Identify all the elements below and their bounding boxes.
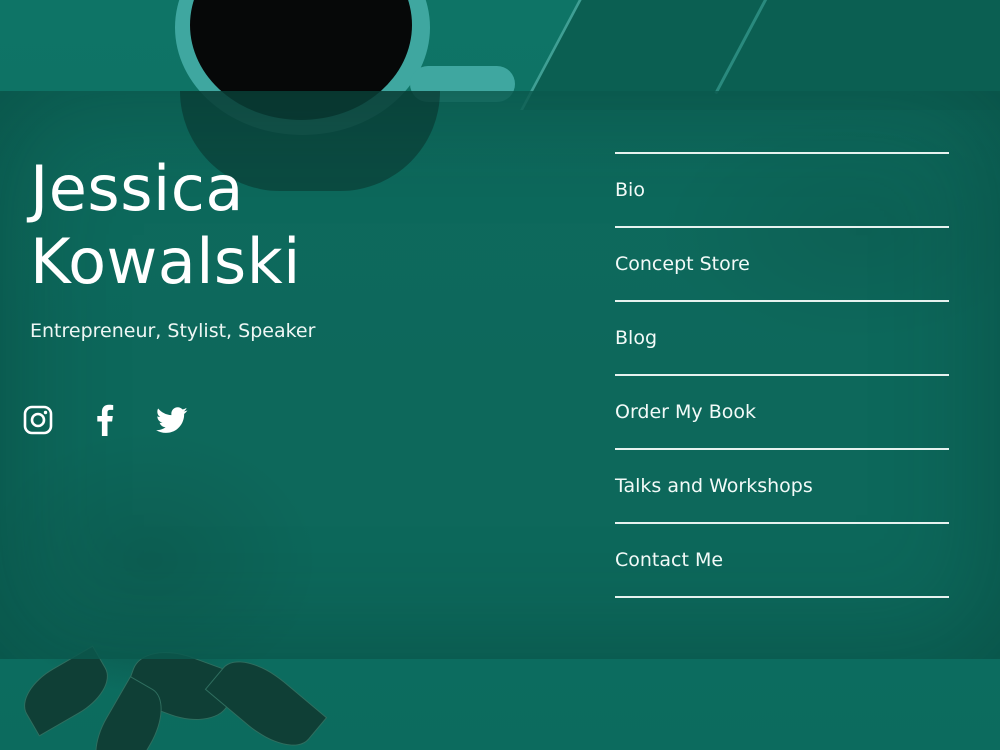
nav-item-bio[interactable]: Bio	[615, 154, 949, 228]
first-name: Jessica	[30, 152, 244, 225]
nav-item-concept-store[interactable]: Concept Store	[615, 228, 949, 302]
nav-item-talks-and-workshops[interactable]: Talks and Workshops	[615, 450, 949, 524]
nav-menu: Bio Concept Store Blog Order My Book Tal…	[615, 152, 949, 598]
instagram-icon	[23, 405, 53, 435]
plant-leaf	[204, 645, 328, 750]
tagline: Entrepreneur, Stylist, Speaker	[30, 320, 316, 342]
page-title: Jessica Kowalski	[30, 152, 301, 298]
facebook-icon	[97, 404, 114, 436]
instagram-link[interactable]	[22, 402, 54, 438]
nav-item-blog[interactable]: Blog	[615, 302, 949, 376]
twitter-icon	[156, 406, 188, 433]
background-plant	[13, 639, 330, 750]
nav-item-contact-me[interactable]: Contact Me	[615, 524, 949, 598]
nav-item-order-my-book[interactable]: Order My Book	[615, 376, 949, 450]
last-name: Kowalski	[30, 225, 301, 298]
facebook-link[interactable]	[89, 402, 121, 438]
twitter-link[interactable]	[156, 402, 188, 438]
social-links	[22, 402, 188, 438]
